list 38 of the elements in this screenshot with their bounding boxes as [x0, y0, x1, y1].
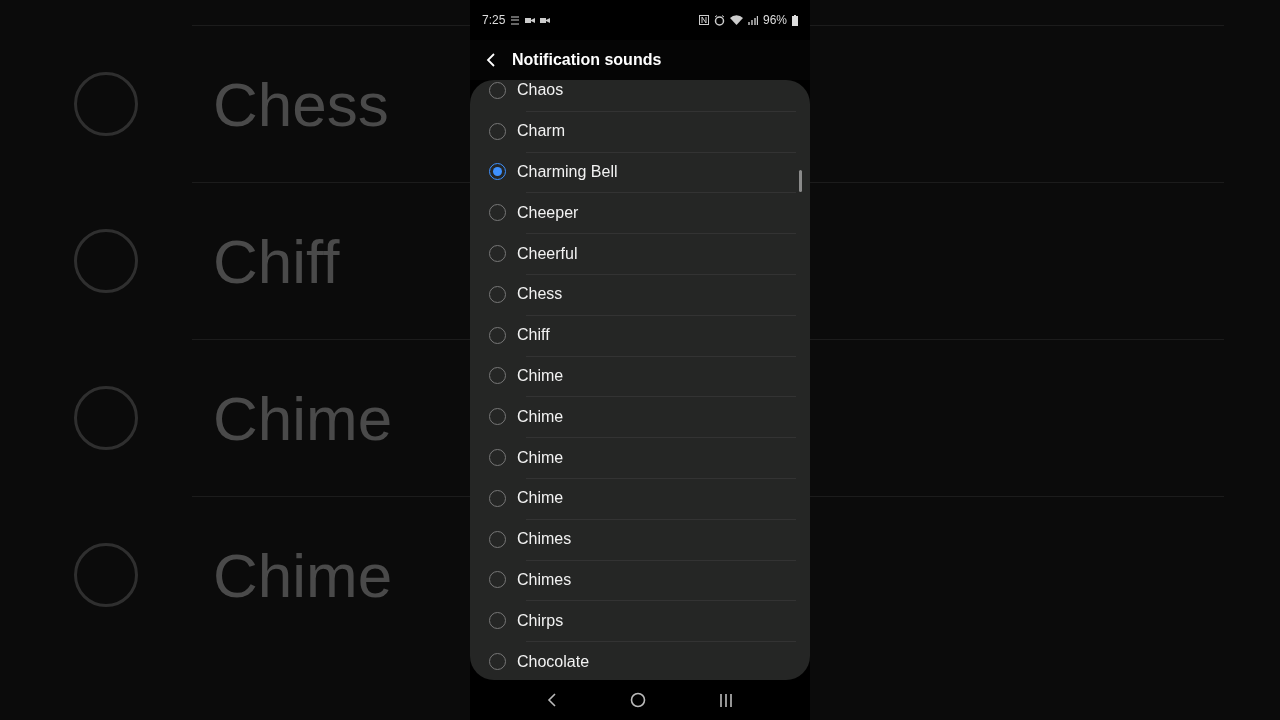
sound-option[interactable]: Chimes: [470, 518, 810, 560]
clock-time: 7:25: [482, 13, 506, 27]
sound-option[interactable]: Charm: [470, 110, 810, 152]
sound-name: Chiff: [213, 225, 340, 297]
sound-option[interactable]: Chime: [470, 477, 810, 519]
screen-title: Notification sounds: [512, 51, 662, 69]
sound-option[interactable]: Chime: [470, 437, 810, 478]
sound-option[interactable]: Cheerful: [470, 233, 810, 274]
sound-name: Chime: [213, 539, 393, 611]
sound-name: Chime: [213, 382, 393, 454]
video-icon: [525, 16, 536, 24]
video-icon: [540, 16, 551, 24]
battery-percent: 96%: [762, 13, 787, 27]
back-nav-button[interactable]: [546, 693, 557, 707]
radio-icon: [74, 386, 138, 450]
radio-icon: [74, 72, 138, 136]
sound-name: Chess: [213, 68, 389, 140]
alarm-clock-icon: [713, 14, 725, 26]
radio-icon: [74, 543, 138, 607]
sound-option[interactable]: Chime: [470, 355, 810, 397]
sound-option[interactable]: Charming Bell: [470, 151, 810, 193]
radio-icon: [74, 229, 138, 293]
scrollbar: [799, 170, 802, 192]
signal-icon: [747, 15, 758, 25]
sound-option[interactable]: Chocolate: [470, 641, 810, 680]
recent-apps-button[interactable]: [719, 693, 734, 707]
battery-icon: [792, 14, 798, 26]
sound-option[interactable]: Chirps: [470, 600, 810, 642]
wifi-icon: [729, 15, 743, 25]
back-button[interactable]: [484, 51, 498, 69]
sound-option[interactable]: Cheeper: [470, 192, 810, 234]
sound-option[interactable]: Chess: [470, 274, 810, 315]
sound-option[interactable]: Chime: [470, 396, 810, 438]
sound-option[interactable]: Chimes: [470, 559, 810, 601]
nfc-icon: [698, 15, 709, 25]
home-button[interactable]: [630, 692, 646, 708]
sound-option[interactable]: Chiff: [470, 314, 810, 356]
sound-option[interactable]: Chaos: [470, 80, 810, 111]
